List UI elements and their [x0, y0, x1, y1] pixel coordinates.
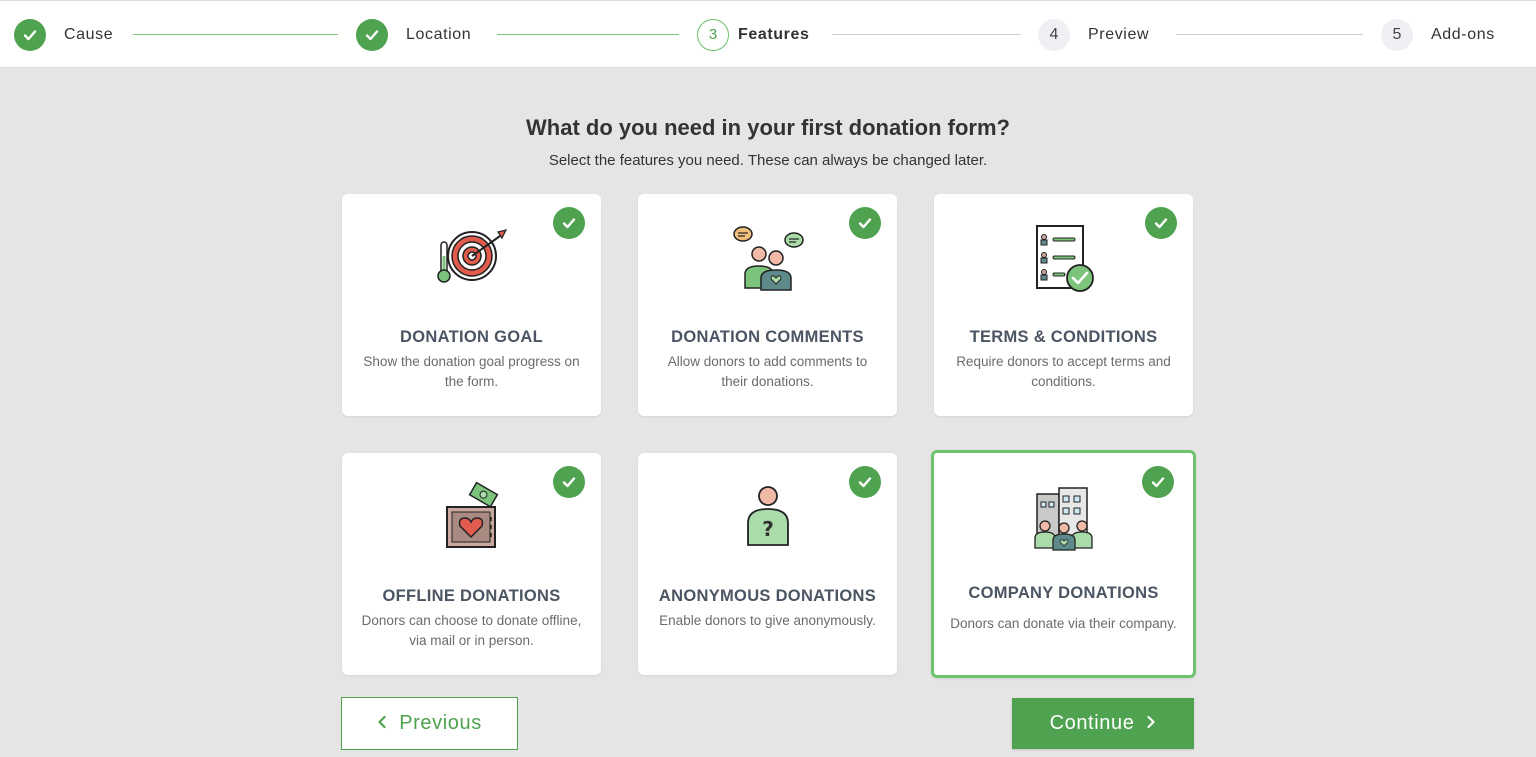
step-connector [1176, 34, 1363, 35]
feature-title: COMPANY DONATIONS [968, 584, 1159, 602]
feature-card-donation-comments[interactable]: DONATION COMMENTS Allow donors to add co… [638, 194, 897, 416]
feature-title: TERMS & CONDITIONS [969, 328, 1158, 346]
feature-description: Donors can choose to donate offline, via… [361, 613, 582, 648]
feature-card-company-donations[interactable]: COMPANY DONATIONS Donors can donate via … [931, 450, 1196, 678]
feature-card-terms-conditions[interactable]: TERMS & CONDITIONS Require donors to acc… [934, 194, 1193, 416]
continue-label: Continue [1049, 712, 1135, 734]
page-title: What do you need in your first donation … [526, 115, 1010, 140]
step-connector [497, 34, 679, 35]
feature-description: Show the donation goal progress on the f… [363, 354, 580, 389]
feature-description: Allow donors to add comments to their do… [667, 354, 868, 389]
step-number: 4 [1038, 18, 1070, 51]
step-add-ons[interactable]: 5 Add-ons [1381, 18, 1495, 51]
chevron-left-icon [377, 713, 387, 734]
feature-title: DONATION COMMENTS [671, 328, 864, 346]
feature-description: Require donors to accept terms and condi… [956, 354, 1171, 389]
step-label: Add-ons [1431, 25, 1495, 43]
check-icon [14, 18, 46, 51]
feature-card-offline-donations[interactable]: OFFLINE DONATIONS Donors can choose to d… [342, 453, 601, 675]
cash-safe-heart-icon [342, 481, 601, 557]
feature-description: Donors can donate via their company. [950, 616, 1177, 631]
feature-title: ANONYMOUS DONATIONS [658, 587, 877, 605]
step-number: 5 [1381, 18, 1413, 51]
step-features[interactable]: 3 Features [697, 18, 810, 51]
step-connector [133, 34, 338, 35]
step-location[interactable]: Location [356, 18, 471, 51]
svg-text:?: ? [762, 517, 774, 541]
anonymous-person-icon: ? [638, 481, 897, 557]
previous-button[interactable]: Previous [341, 697, 518, 750]
donors-speech-bubbles-icon [638, 222, 897, 298]
checklist-document-icon [934, 222, 1193, 298]
step-label: Location [406, 25, 472, 43]
continue-button[interactable]: Continue [1012, 698, 1194, 749]
step-label: Features [738, 25, 810, 43]
company-building-people-icon [934, 484, 1193, 560]
target-thermometer-icon [342, 222, 601, 298]
feature-title: OFFLINE DONATIONS [382, 587, 561, 605]
step-cause[interactable]: Cause [14, 18, 113, 51]
feature-description: Enable donors to give anonymously. [659, 613, 876, 628]
feature-card-donation-goal[interactable]: DONATION GOAL Show the donation goal pro… [342, 194, 601, 416]
step-number: 3 [697, 18, 729, 51]
feature-card-anonymous-donations[interactable]: ? ANONYMOUS DONATIONS Enable donors to g… [638, 453, 897, 675]
feature-title: DONATION GOAL [400, 328, 543, 346]
page-subtitle: Select the features you need. These can … [548, 152, 988, 169]
step-label: Preview [1088, 25, 1150, 43]
previous-label: Previous [399, 712, 482, 734]
step-connector [832, 34, 1021, 35]
chevron-right-icon [1146, 713, 1156, 734]
step-preview[interactable]: 4 Preview [1038, 18, 1149, 51]
check-icon [356, 18, 388, 51]
step-label: Cause [64, 25, 114, 43]
progress-stepper: Cause Location 3 Features 4 Preview 5 Ad… [0, 0, 1536, 68]
